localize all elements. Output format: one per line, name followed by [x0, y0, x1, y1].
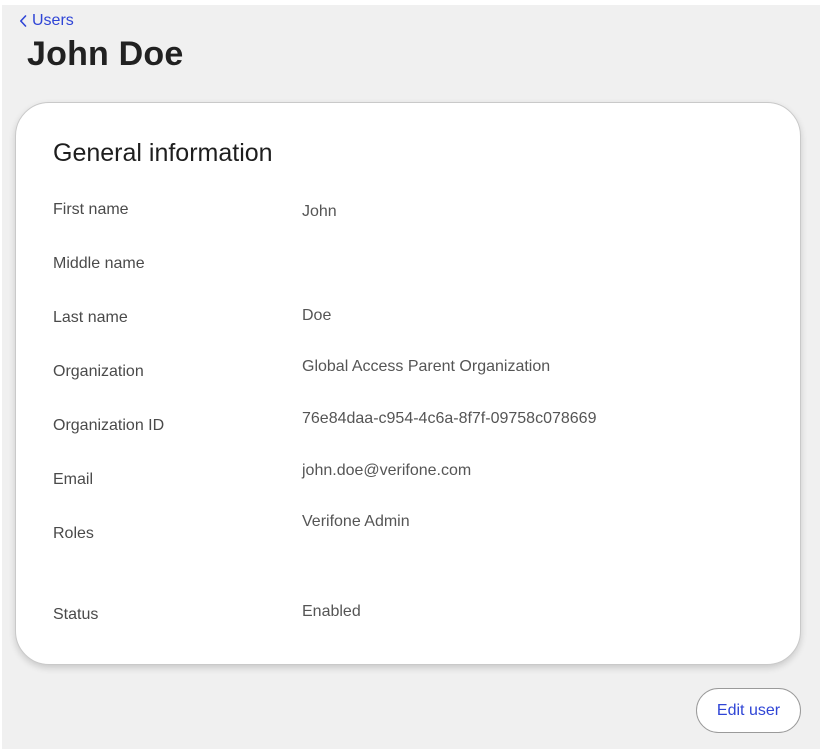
- last-name-label: Last name: [53, 309, 128, 326]
- back-link-label: Users: [32, 12, 74, 29]
- status-label: Status: [53, 606, 99, 623]
- organization-id-value: 76e84daa-c954-4c6a-8f7f-09758c078669: [302, 410, 597, 427]
- email-value: john.doe@verifone.com: [302, 462, 472, 479]
- page-title: John Doe: [27, 35, 184, 73]
- organization-id-label: Organization ID: [53, 417, 165, 434]
- edit-user-button[interactable]: Edit user: [696, 688, 801, 733]
- card-title: General information: [53, 139, 273, 167]
- back-to-users-link[interactable]: Users: [19, 12, 74, 30]
- page-background: Users John Doe General information First…: [2, 5, 820, 749]
- first-name-label: First name: [53, 201, 129, 218]
- middle-name-label: Middle name: [53, 255, 145, 272]
- first-name-value: John: [302, 203, 337, 220]
- status-value: Enabled: [302, 603, 361, 620]
- last-name-value: Doe: [302, 307, 332, 324]
- organization-value: Global Access Parent Organization: [302, 358, 551, 375]
- organization-label: Organization: [53, 363, 144, 380]
- roles-label: Roles: [53, 525, 94, 542]
- chevron-left-icon: [20, 15, 27, 27]
- email-label: Email: [53, 471, 94, 488]
- general-information-card: General information First name John Midd…: [15, 102, 801, 665]
- roles-value: Verifone Admin: [302, 513, 410, 530]
